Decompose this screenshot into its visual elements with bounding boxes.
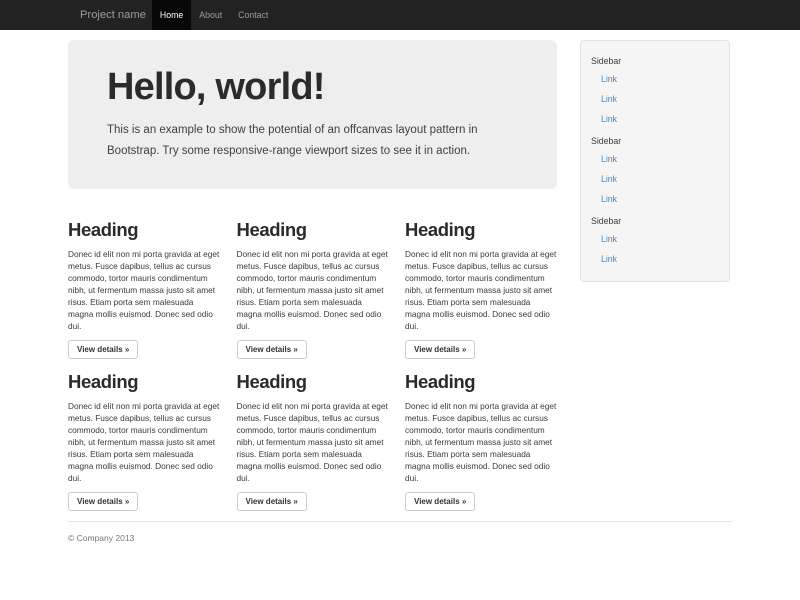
jumbotron-description: This is an example to show the potential… bbox=[107, 120, 518, 162]
view-details-button[interactable]: View details » bbox=[405, 492, 475, 511]
card: Heading Donec id elit non mi porta gravi… bbox=[68, 219, 220, 359]
sidebar-link[interactable]: Link bbox=[581, 229, 729, 249]
view-details-button[interactable]: View details » bbox=[405, 340, 475, 359]
view-details-button[interactable]: View details » bbox=[68, 340, 138, 359]
card-body-text: Donec id elit non mi porta gravida at eg… bbox=[237, 400, 389, 484]
sidebar-link[interactable]: Link bbox=[581, 89, 729, 109]
sidebar-group: Sidebar Link Link Link bbox=[581, 55, 729, 129]
card-body-text: Donec id elit non mi porta gravida at eg… bbox=[68, 248, 220, 332]
card-heading: Heading bbox=[405, 219, 557, 241]
sidebar-group-header: Sidebar bbox=[591, 55, 719, 67]
nav-item-about[interactable]: About bbox=[191, 0, 230, 30]
sidebar-group-header: Sidebar bbox=[591, 135, 719, 147]
view-details-button[interactable]: View details » bbox=[68, 492, 138, 511]
card-body-text: Donec id elit non mi porta gravida at eg… bbox=[405, 400, 557, 484]
sidebar-link[interactable]: Link bbox=[581, 149, 729, 169]
top-navbar: Project name Home About Contact bbox=[0, 0, 800, 30]
copyright-text: © Company 2013 bbox=[68, 533, 732, 543]
page-footer: © Company 2013 bbox=[68, 521, 732, 543]
view-details-button[interactable]: View details » bbox=[237, 492, 307, 511]
sidebar-group-header: Sidebar bbox=[591, 215, 719, 227]
card-heading: Heading bbox=[405, 371, 557, 393]
jumbotron-title: Hello, world! bbox=[107, 67, 518, 108]
card-body-text: Donec id elit non mi porta gravida at eg… bbox=[68, 400, 220, 484]
card: Heading Donec id elit non mi porta gravi… bbox=[237, 219, 389, 359]
sidebar-link[interactable]: Link bbox=[581, 109, 729, 129]
sidebar-group: Sidebar Link Link Link bbox=[581, 135, 729, 209]
cards-row-2: Heading Donec id elit non mi porta gravi… bbox=[68, 371, 557, 511]
card: Heading Donec id elit non mi porta gravi… bbox=[68, 371, 220, 511]
card-heading: Heading bbox=[68, 371, 220, 393]
sidebar-link[interactable]: Link bbox=[581, 169, 729, 189]
cards-row-1: Heading Donec id elit non mi porta gravi… bbox=[68, 219, 557, 359]
card: Heading Donec id elit non mi porta gravi… bbox=[237, 371, 389, 511]
card-body-text: Donec id elit non mi porta gravida at eg… bbox=[237, 248, 389, 332]
nav-item-home[interactable]: Home bbox=[152, 0, 191, 30]
content-row: Hello, world! This is an example to show… bbox=[68, 30, 732, 511]
card-heading: Heading bbox=[237, 219, 389, 241]
card: Heading Donec id elit non mi porta gravi… bbox=[405, 219, 557, 359]
navbar-container: Project name Home About Contact bbox=[68, 0, 732, 30]
navbar-menu: Home About Contact bbox=[152, 0, 276, 30]
card-heading: Heading bbox=[68, 219, 220, 241]
card: Heading Donec id elit non mi porta gravi… bbox=[405, 371, 557, 511]
card-heading: Heading bbox=[237, 371, 389, 393]
jumbotron: Hello, world! This is an example to show… bbox=[68, 40, 557, 189]
sidebar-group: Sidebar Link Link bbox=[581, 215, 729, 269]
sidebar-link[interactable]: Link bbox=[581, 69, 729, 89]
sidebar-link[interactable]: Link bbox=[581, 249, 729, 269]
nav-item-contact[interactable]: Contact bbox=[230, 0, 276, 30]
sidebar: Sidebar Link Link Link Sidebar Link Link… bbox=[580, 40, 730, 282]
view-details-button[interactable]: View details » bbox=[237, 340, 307, 359]
page-container: Hello, world! This is an example to show… bbox=[68, 30, 732, 543]
brand-link[interactable]: Project name bbox=[68, 0, 152, 30]
card-body-text: Donec id elit non mi porta gravida at eg… bbox=[405, 248, 557, 332]
main-column: Hello, world! This is an example to show… bbox=[68, 30, 557, 511]
sidebar-link[interactable]: Link bbox=[581, 189, 729, 209]
